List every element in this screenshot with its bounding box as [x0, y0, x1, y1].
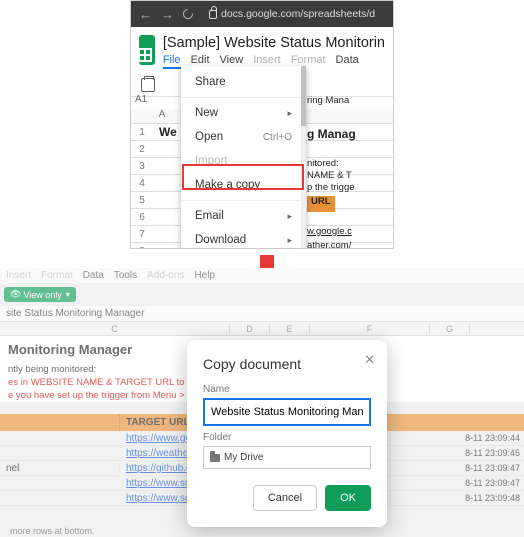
peek-text: p the trigge — [307, 182, 355, 193]
close-icon[interactable]: ✕ — [364, 352, 375, 368]
top-screenshot-panel: ← → docs.google.com/spreadsheets/d [Samp… — [0, 0, 524, 255]
copy-document-dialog: Copy document ✕ Name Folder My Drive Can… — [187, 340, 387, 527]
forward-icon[interactable]: → — [161, 7, 173, 22]
peek-text: g Manag — [307, 127, 356, 141]
folder-icon — [210, 454, 220, 462]
menu-item-new[interactable]: New — [181, 101, 306, 125]
address-bar[interactable]: docs.google.com/spreadsheets/d — [209, 8, 375, 20]
menu-data[interactable]: Data — [336, 54, 359, 69]
name-label: Name — [203, 384, 371, 395]
menu-item-import: Import — [181, 149, 306, 173]
col-header-a[interactable]: A — [153, 109, 171, 120]
menu-item-make-copy[interactable]: Make a copy — [181, 173, 306, 197]
document-name-input[interactable] — [203, 398, 371, 426]
peek-text: NAME & T — [307, 170, 352, 181]
browser-toolbar: ← → docs.google.com/spreadsheets/d — [131, 1, 393, 27]
peek-text: ring Mana — [307, 95, 349, 106]
menu-file[interactable]: File — [163, 54, 181, 69]
document-title[interactable]: [Sample] Website Status Monitorin — [163, 35, 385, 51]
bottom-screenshot-panel: Insert Format Data Tools Add-ons Help Vi… — [0, 268, 524, 537]
reload-icon[interactable] — [181, 7, 195, 21]
menu-item-download[interactable]: Download — [181, 228, 306, 249]
peek-link[interactable]: w.google.c — [307, 226, 352, 237]
sheets-logo-icon[interactable] — [139, 35, 155, 65]
cell-a1[interactable]: We — [159, 125, 177, 139]
folder-selector[interactable]: My Drive — [203, 446, 371, 469]
dropdown-scrollbar[interactable] — [301, 66, 306, 249]
lock-icon — [209, 10, 217, 19]
dialog-title: Copy document — [203, 356, 371, 372]
menu-item-email[interactable]: Email — [181, 204, 306, 228]
back-icon[interactable]: ← — [139, 7, 151, 22]
file-menu-dropdown: Share New OpenCtrl+O Import Make a copy … — [181, 66, 306, 249]
cancel-button[interactable]: Cancel — [253, 485, 317, 511]
peek-link[interactable]: ather.com/ — [307, 240, 351, 249]
sheets-header: [Sample] Website Status Monitorin File E… — [131, 27, 393, 69]
ok-button[interactable]: OK — [325, 485, 371, 511]
menu-item-open[interactable]: OpenCtrl+O — [181, 125, 306, 149]
browser-window: ← → docs.google.com/spreadsheets/d [Samp… — [130, 0, 394, 249]
folder-label: Folder — [203, 432, 371, 443]
print-icon[interactable] — [141, 78, 155, 92]
peek-url-header: URL — [307, 196, 335, 212]
cell-reference[interactable]: A1 — [135, 94, 147, 105]
peek-text: nitored: — [307, 158, 339, 169]
url-text: docs.google.com/spreadsheets/d — [221, 8, 375, 20]
menu-item-share[interactable]: Share — [181, 70, 306, 94]
